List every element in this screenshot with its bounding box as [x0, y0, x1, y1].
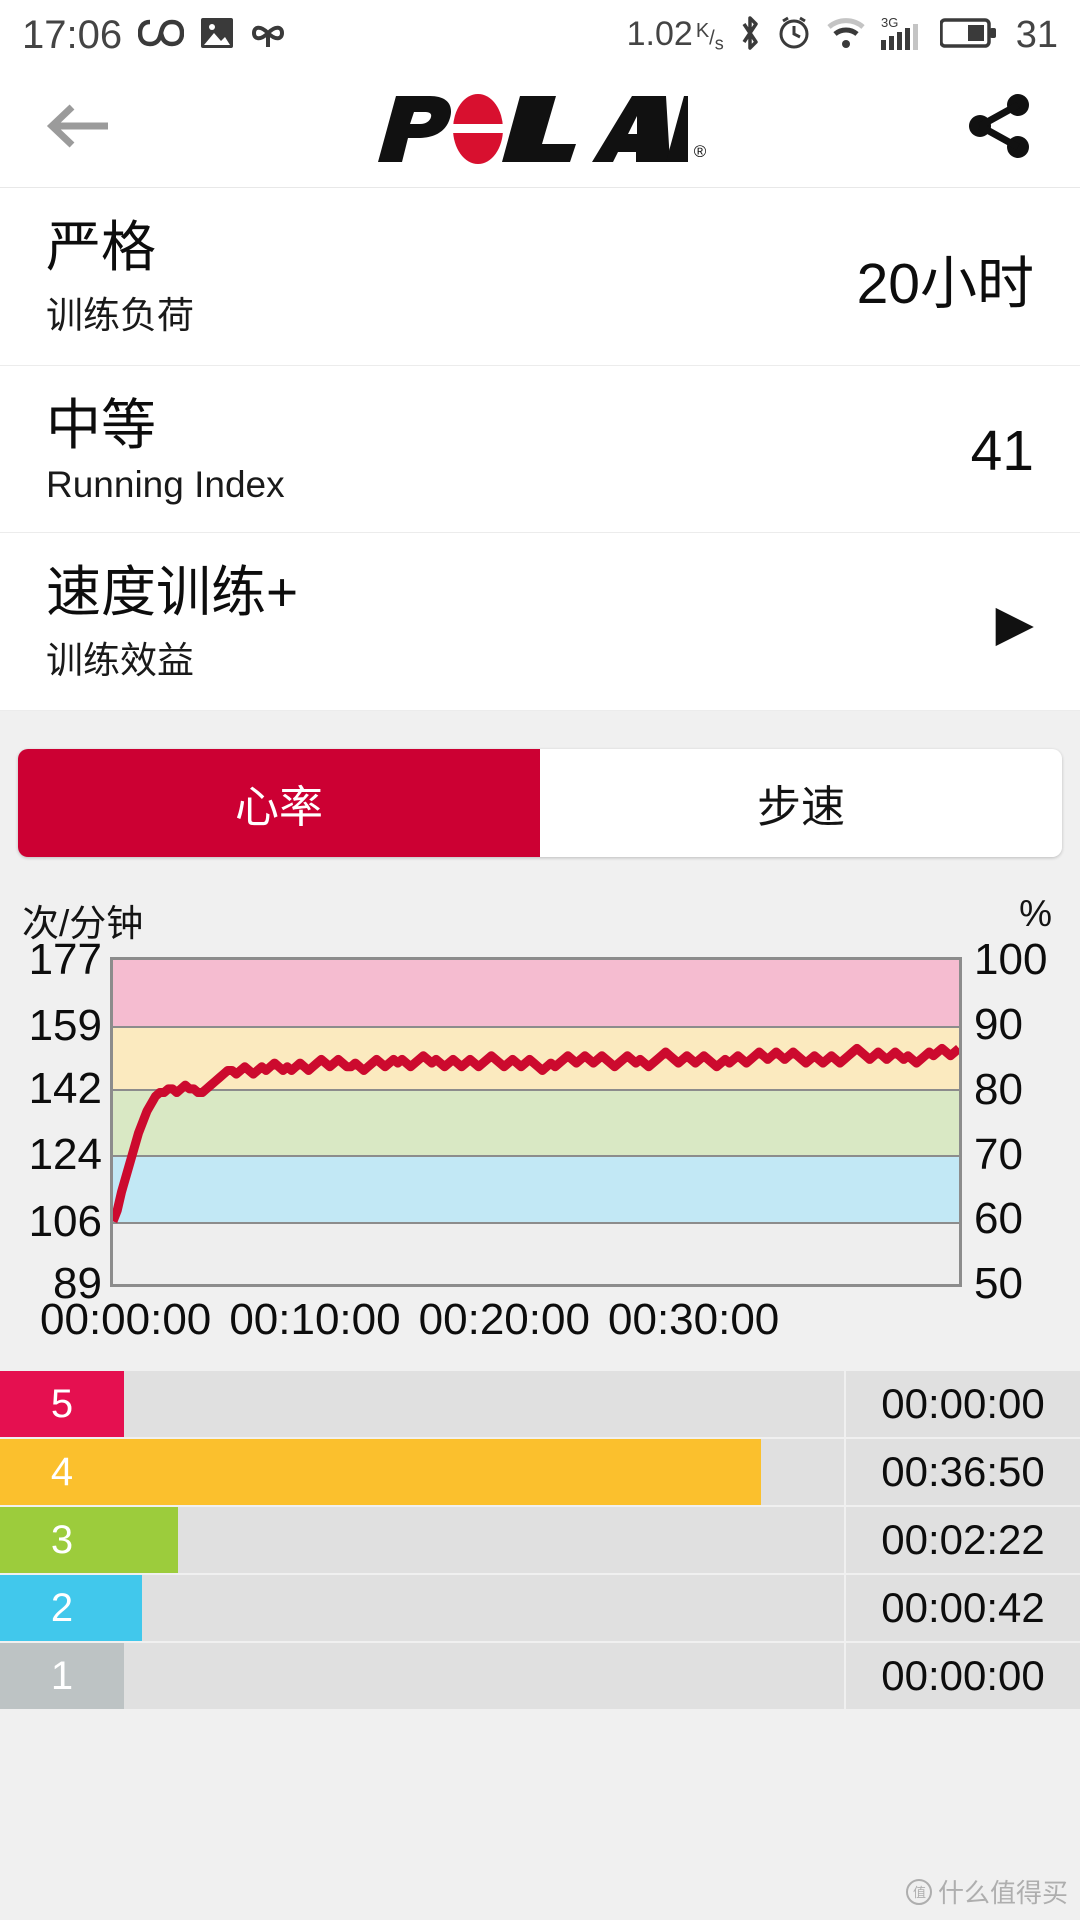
row-subtitle: 训练效益 [46, 640, 194, 682]
y-tick-left: 124 [28, 1130, 102, 1180]
row-title: 速度训练+ [46, 560, 299, 623]
svg-text:值: 值 [913, 1885, 926, 1900]
chevron-right-icon[interactable]: ▶ [996, 598, 1034, 648]
hr-chart: 次/分钟 % 177 159 142 124 106 89 100 90 80 70 60 50 0… [0, 879, 1080, 1364]
y-axis-left: 177 159 142 124 106 89 [18, 938, 110, 1306]
zone-bar-fill [124, 1439, 762, 1506]
zone-duration: 00:00:00 [844, 1371, 1080, 1438]
knot-icon [250, 16, 286, 55]
alarm-icon [776, 15, 812, 56]
zone-row: 1 00:00:00 [0, 1643, 1080, 1712]
x-axis: 00:00:00 00:10:00 00:20:00 00:30:00 [18, 1287, 1062, 1363]
chart-plot-area [110, 957, 962, 1288]
zone-number: 5 [0, 1371, 124, 1438]
y-tick-right: 90 [974, 999, 1023, 1049]
status-time: 17:06 [22, 12, 123, 57]
row-text-block: 速度训练+ 训练效益 [46, 560, 996, 684]
status-bar-left: 17:06 [22, 13, 286, 58]
hr-zone-table: 5 00:00:00 4 00:36:50 3 00:02:22 2 00:00:42 1 00:… [0, 1371, 1080, 1712]
chart-body: 177 159 142 124 106 89 100 90 80 70 60 50 [18, 938, 1062, 1306]
image-icon [200, 16, 234, 55]
y-tick-left: 106 [28, 1196, 102, 1246]
row-subtitle: 训练负荷 [46, 295, 194, 337]
hr-line-series [113, 960, 959, 1284]
zone-duration: 00:02:22 [844, 1507, 1080, 1574]
zone-row: 2 00:00:42 [0, 1575, 1080, 1644]
zone-bar-track [124, 1507, 844, 1574]
back-arrow-icon[interactable] [46, 98, 112, 159]
zone-number: 3 [0, 1507, 124, 1574]
tab-bar: 心率 步速 [18, 749, 1062, 858]
registered-mark: ® [693, 141, 707, 161]
chart-axis-units: 次/分钟 % [18, 879, 1062, 957]
signal-3g-icon: 3G [880, 14, 926, 57]
watermark-text: 什么值得买 [937, 1878, 1068, 1908]
zone-number: 2 [0, 1575, 124, 1642]
battery-icon [938, 16, 998, 55]
row-title: 中等 [46, 394, 157, 457]
zone-duration: 00:00:00 [844, 1643, 1080, 1710]
polar-logo: ® [370, 90, 707, 168]
bluetooth-icon [738, 14, 762, 57]
zone-row: 5 00:00:00 [0, 1371, 1080, 1440]
zone-row: 4 00:36:50 [0, 1439, 1080, 1508]
zone-bar-fill [124, 1507, 178, 1574]
battery-percent: 31 [1015, 13, 1058, 56]
infinity-icon [137, 18, 185, 53]
zone-duration: 00:00:42 [844, 1575, 1080, 1642]
network-speed: 1.02 K/s [627, 15, 724, 55]
x-tick: 00:30:00 [608, 1295, 780, 1345]
app-bar: ® [0, 70, 1080, 188]
row-running-index[interactable]: 中等 Running Index 41 [0, 366, 1080, 533]
zone-bar-track [124, 1575, 844, 1642]
zone-bar-fill [124, 1575, 142, 1642]
watermark: 值 什么值得买 [905, 1873, 1068, 1910]
network-speed-value: 1.02 [626, 15, 693, 53]
zone-duration: 00:36:50 [844, 1439, 1080, 1506]
share-icon[interactable] [964, 93, 1034, 164]
zone-row: 3 00:02:22 [0, 1507, 1080, 1576]
row-text-block: 中等 Running Index [46, 394, 971, 505]
svg-text:3G: 3G [881, 15, 898, 30]
x-tick: 00:10:00 [229, 1295, 401, 1345]
y-tick-right: 70 [974, 1129, 1023, 1179]
zone-bar-track [124, 1439, 844, 1506]
y-axis-right: 100 90 80 70 60 50 [962, 938, 1062, 1306]
zone-bar-track [124, 1371, 844, 1438]
zone-number: 4 [0, 1439, 124, 1506]
x-tick: 00:20:00 [418, 1295, 590, 1345]
tab-bar-zone: 心率 步速 [0, 711, 1080, 880]
y-tick-right: 60 [974, 1194, 1023, 1244]
y-tick-left: 142 [28, 1064, 102, 1114]
tab-heart-rate[interactable]: 心率 [18, 749, 540, 858]
row-training-load[interactable]: 严格 训练负荷 20小时 [0, 188, 1080, 367]
y-tick-right: 100 [974, 935, 1048, 985]
network-speed-unit: K/s [695, 20, 724, 54]
y-tick-left: 159 [28, 1001, 102, 1051]
summary-rows: 严格 训练负荷 20小时 中等 Running Index 41 速度训练+ 训… [0, 188, 1080, 712]
row-value: 41 [970, 419, 1034, 484]
y-tick-right: 80 [974, 1064, 1023, 1114]
row-title: 严格 [46, 216, 157, 278]
status-bar: 17:06 1.02 K/s 3G 31 [0, 0, 1080, 70]
x-tick: 00:00:00 [40, 1295, 212, 1345]
row-value: 20小时 [856, 251, 1034, 316]
wifi-icon [826, 17, 866, 54]
tab-pace[interactable]: 步速 [540, 749, 1062, 858]
zone-bar-track [124, 1643, 844, 1710]
zone-number: 1 [0, 1643, 124, 1710]
row-text-block: 严格 训练负荷 [46, 216, 857, 339]
grid-line [113, 1284, 959, 1286]
row-training-benefit[interactable]: 速度训练+ 训练效益 ▶ [0, 533, 1080, 712]
status-bar-right: 1.02 K/s 3G 31 [627, 14, 1058, 57]
y-tick-left: 177 [28, 935, 102, 985]
row-subtitle: Running Index [46, 463, 285, 505]
hr-line-path [113, 1049, 959, 1222]
